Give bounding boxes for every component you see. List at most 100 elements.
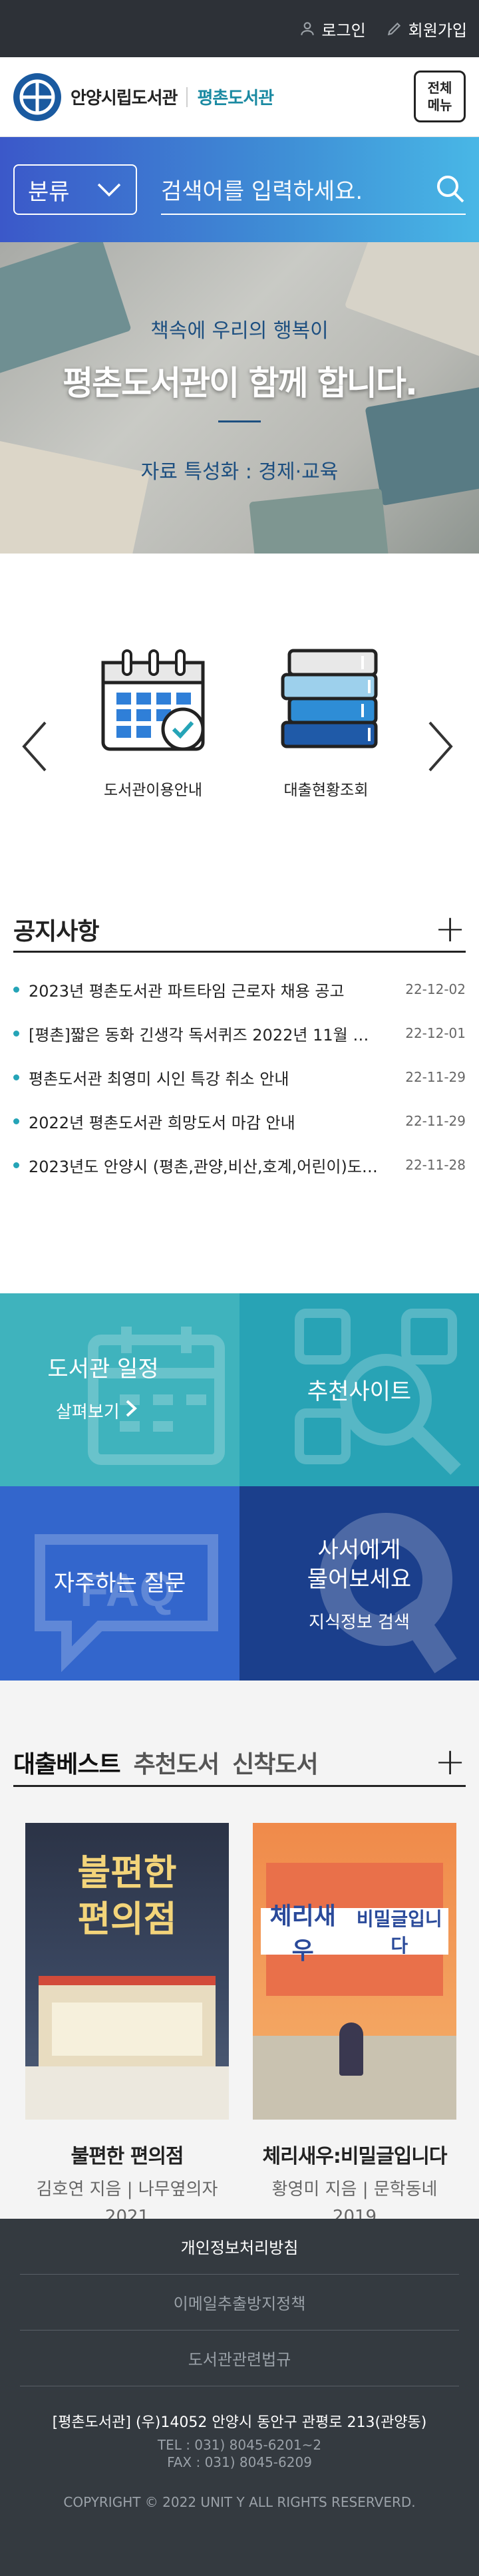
notice-item[interactable]: 2022년 평촌도서관 희망도서 마감 안내 22-11-29 [13, 1099, 466, 1143]
search-icon[interactable] [435, 174, 466, 204]
all-menu-button[interactable]: 전체 메뉴 [414, 71, 466, 122]
all-menu-label-line2: 메뉴 [427, 97, 452, 113]
calendar-icon [88, 1327, 225, 1465]
book-cover[interactable]: 불편한 편의점 [25, 1823, 229, 2120]
cover-title-band: 체리새우 비밀글입니다 [261, 1903, 448, 1965]
notice-item[interactable]: [평촌]짧은 동화 긴생각 독서퀴즈 2022년 11월 … 22-12-01 [13, 1011, 466, 1055]
cover-subtitle: 비밀글입니다 [356, 1908, 442, 1957]
site-name[interactable]: 안양시립도서관 [71, 84, 178, 109]
tile-library-schedule[interactable]: 도서관 일정 살펴보기 [0, 1293, 240, 1486]
footer-tel: TEL : 031) 8045-6201~2 [157, 2437, 322, 2453]
search-input[interactable]: 검색어를 입력하세요. [161, 164, 466, 215]
book-cover[interactable]: 체리새우 비밀글입니다 [253, 1823, 456, 2120]
book-title: 체리새우:비밀글입니다 [262, 2145, 448, 2168]
notice-item-title: 2023년도 안양시 (평촌,관양,비산,호계,어린이)도… [29, 1157, 378, 1176]
notice-title: 공지사항 [13, 917, 99, 945]
hero-banner: 책속에 우리의 행복이 평촌도서관이 함께 합니다. 자료 특성화 : 경제·교… [0, 242, 479, 554]
tab-new-arrivals[interactable]: 신착도서 [232, 1745, 318, 1780]
notice-item-date: 22-11-29 [405, 1113, 466, 1129]
notice-item[interactable]: 2023년도 안양시 (평촌,관양,비산,호계,어린이)도… 22-11-28 [13, 1143, 466, 1187]
notice-list: 2023년 평촌도서관 파트타임 근로자 채용 공고 22-12-02 [평촌]짧… [13, 967, 466, 1187]
bullet-dot-icon [13, 1074, 19, 1080]
tile-ask-title-line1: 사서에게 [317, 1537, 401, 1563]
cover-figure [339, 2022, 363, 2076]
notice-item-title: 2022년 평촌도서관 희망도서 마감 안내 [29, 1113, 295, 1132]
footer-email-policy-link[interactable]: 이메일추출방지정책 [20, 2275, 459, 2331]
notice-more-plus-icon[interactable]: + [434, 910, 466, 948]
tile-schedule-sub-label: 살펴보기 [56, 1402, 120, 1422]
quick-item-label: 도서관이용안내 [103, 782, 203, 799]
tile-recommended-sites[interactable]: 추천사이트 [240, 1293, 479, 1486]
bullet-dot-icon [13, 1030, 19, 1037]
tile-sites-title: 추천사이트 [307, 1378, 412, 1405]
chevron-down-icon [97, 183, 121, 197]
notice-item-title: 2023년 평촌도서관 파트타임 근로자 채용 공고 [29, 981, 345, 1001]
book-card[interactable]: 체리새우 비밀글입니다 체리새우:비밀글입니다 황영미 지음 | 문학동네 20… [253, 1823, 456, 2227]
hero-subtitle: 책속에 우리의 행복이 [150, 319, 329, 343]
tile-faq[interactable]: FAQ 자주하는 질문 [0, 1486, 240, 1681]
login-link[interactable]: 로그인 [299, 17, 366, 41]
quick-item-library-guide[interactable]: 도서관이용안내 [73, 636, 233, 800]
books-more-plus-icon[interactable]: + [434, 1743, 466, 1781]
site-footer: 개인정보처리방침 이메일추출방지정책 도서관관련법규 [평촌도서관] (우)14… [0, 2219, 479, 2576]
tab-recommended[interactable]: 추천도서 [134, 1745, 220, 1780]
hero-book-decoration [249, 488, 390, 554]
book-tabs: 대출베스트 추천도서 신착도서 + [13, 1739, 466, 1787]
quick-item-label: 대출현황조회 [283, 782, 369, 799]
notice-item-date: 22-12-02 [405, 981, 466, 997]
tile-faq-title: 자주하는 질문 [53, 1570, 186, 1597]
footer-laws-link[interactable]: 도서관관련법규 [20, 2331, 459, 2386]
logo-emblem-icon [15, 74, 60, 120]
cover-store-window [52, 2003, 202, 2056]
bullet-dot-icon [13, 986, 19, 993]
footer-address: [평촌도서관] (우)14052 안양시 동안구 관평로 213(관양동) [52, 2414, 427, 2431]
join-label: 회원가입 [408, 21, 467, 40]
footer-copyright: COPYRIGHT © 2022 UNIT Y ALL RIGHTS RESER… [63, 2494, 416, 2510]
tile-ask-librarian[interactable]: 사서에게 물어보세요 지식정보 검색 [240, 1486, 479, 1681]
book-card[interactable]: 불편한 편의점 불편한 편의점 김호연 지음 | 나무옆의자 2021 [25, 1823, 229, 2227]
user-icon [301, 22, 315, 35]
next-arrow-icon[interactable] [426, 720, 455, 780]
service-tiles: 도서관 일정 살펴보기 추천사이트 FAQ 자주하는 질문 사서에게 물어보세요… [0, 1293, 479, 1681]
notice-item[interactable]: 2023년 평촌도서관 파트타임 근로자 채용 공고 22-12-02 [13, 967, 466, 1011]
notice-item-date: 22-11-29 [405, 1069, 466, 1085]
speech-bubble-icon: FAQ [35, 1534, 218, 1673]
all-menu-label-line1: 전체 [427, 80, 452, 96]
cover-footer-band [25, 2066, 229, 2120]
notice-item-date: 22-11-28 [405, 1157, 466, 1173]
notice-header: 공지사항 + [13, 907, 466, 953]
cover-title-line2: 편의점 [77, 1898, 177, 1940]
cover-title: 체리새우 [269, 1903, 336, 1965]
hero-specialty: 자료 특성화 : 경제·교육 [140, 460, 339, 484]
search-bar: 분류 검색어를 입력하세요. [0, 137, 479, 242]
prev-arrow-icon[interactable] [20, 720, 49, 780]
tile-ask-sub: 지식정보 검색 [309, 1613, 410, 1633]
tile-schedule-sub: 살펴보기 [0, 1398, 240, 1423]
top-utility-bar: 로그인 회원가입 [0, 0, 479, 57]
tab-loan-best[interactable]: 대출베스트 [13, 1745, 121, 1780]
cover-title-line1: 불편한 [77, 1852, 177, 1893]
bullet-dot-icon [13, 1162, 19, 1168]
hero-divider [218, 420, 261, 422]
site-header: 안양시립도서관 평촌도서관 전체 메뉴 [0, 57, 479, 137]
hero-book-decoration [0, 242, 132, 376]
search-category-value: 분류 [28, 178, 70, 206]
search-placeholder: 검색어를 입력하세요. [161, 178, 363, 205]
book-title: 불편한 편의점 [71, 2145, 184, 2168]
book-author: 황영미 지음 | 문학동네 [271, 2179, 438, 2199]
book-author: 김호연 지음 | 나무옆의자 [36, 2179, 218, 2199]
search-category-select[interactable]: 분류 [13, 164, 137, 215]
pencil-icon [387, 22, 400, 36]
calendar-check-icon [101, 649, 205, 751]
notice-item[interactable]: 평촌도서관 최영미 시인 특강 취소 안내 22-11-29 [13, 1055, 466, 1099]
branch-name[interactable]: 평촌도서관 [197, 84, 274, 109]
library-logo[interactable] [13, 73, 61, 121]
join-link[interactable]: 회원가입 [386, 17, 467, 41]
login-label: 로그인 [321, 21, 366, 40]
notice-item-date: 22-12-01 [405, 1025, 466, 1041]
notice-section: 공지사항 + 2023년 평촌도서관 파트타임 근로자 채용 공고 22-12-0… [0, 907, 479, 1293]
footer-privacy-link[interactable]: 개인정보처리방침 [20, 2219, 459, 2275]
chevron-right-icon [126, 1400, 137, 1417]
quick-item-loan-status[interactable]: 대출현황조회 [246, 636, 406, 800]
quick-menu: 도서관이용안내 대출현황조회 [0, 554, 479, 907]
